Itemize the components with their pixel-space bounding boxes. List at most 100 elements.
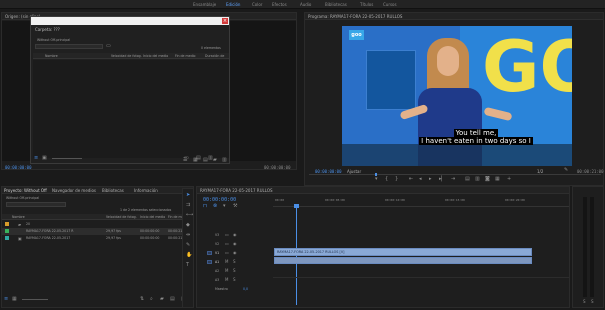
comparison-view-icon[interactable]: ▦ bbox=[495, 177, 500, 182]
tab-media-browser[interactable]: Navegador de medios bbox=[52, 187, 96, 193]
step-forward-frame-icon[interactable]: ▸▏ bbox=[439, 177, 445, 182]
ruler-mark: 00:00:05:00 bbox=[325, 198, 345, 202]
step-back-icon[interactable]: ⇤ bbox=[409, 177, 413, 182]
snap-icon[interactable]: ⊓ bbox=[203, 204, 207, 209]
timeline-ruler[interactable]: 00:00 00:00:05:00 00:00:10:00 00:00:15:0… bbox=[273, 197, 569, 207]
tab-libraries[interactable]: Bibliotecas bbox=[102, 187, 124, 193]
eye-icon[interactable]: ◉ bbox=[233, 250, 237, 255]
project-search-icon[interactable]: ⌕ bbox=[150, 297, 153, 302]
project-col-name[interactable]: Nombre bbox=[12, 215, 25, 219]
playhead-handle[interactable] bbox=[294, 204, 299, 208]
program-add-button-icon[interactable]: + bbox=[507, 177, 511, 182]
project-sort-icon[interactable]: ⇅ bbox=[140, 297, 144, 302]
razor-tool-icon[interactable]: ◆ bbox=[186, 223, 190, 228]
project-new-bin-icon[interactable]: ▰ bbox=[160, 297, 164, 302]
video-clip-v1[interactable]: RAYMA17-FORA 22-05-2017 RULLOS [V] bbox=[274, 248, 532, 256]
mute-icon[interactable]: M bbox=[225, 259, 228, 264]
dialog-search-input[interactable] bbox=[35, 44, 103, 49]
track-select-tool-icon[interactable]: ⇉ bbox=[186, 203, 190, 208]
project-list-view-icon[interactable]: ≡ bbox=[4, 297, 8, 302]
workspace-tab-cursos[interactable]: Cursos bbox=[383, 2, 397, 7]
workspace-tab-audio[interactable]: Audio bbox=[300, 2, 311, 7]
source-timecode-left[interactable]: 00:00:00:00 bbox=[5, 165, 32, 170]
source-settings-icon[interactable]: ≡ bbox=[34, 156, 38, 161]
tab-info[interactable]: Información bbox=[134, 187, 158, 193]
workspace-tab-efectos[interactable]: Efectos bbox=[272, 2, 287, 7]
solo-icon[interactable]: S bbox=[233, 277, 236, 282]
mark-in-icon[interactable]: ▾ bbox=[375, 177, 378, 182]
go-to-out-icon[interactable]: ⇥ bbox=[451, 177, 455, 182]
sync-lock-icon[interactable]: ▭ bbox=[225, 241, 229, 246]
source-zoom-slider[interactable] bbox=[52, 158, 82, 159]
ruler-mark: 00:00 bbox=[275, 198, 285, 202]
selection-tool-icon[interactable]: ➤ bbox=[186, 193, 190, 198]
hand-tool-icon[interactable]: ✋ bbox=[186, 253, 192, 258]
timeline-timecode[interactable]: 00:00:00:00 bbox=[203, 197, 236, 203]
go-to-in-icon[interactable]: } bbox=[395, 177, 398, 182]
list-item[interactable]: ▣ RAYMA17-FORA 22-05-2017 29,97 fps 00:0… bbox=[2, 235, 193, 242]
linked-selection-icon[interactable]: ⊗ bbox=[213, 204, 217, 209]
ripple-edit-tool-icon[interactable]: ⟷ bbox=[186, 213, 193, 218]
timeline-settings-icon[interactable]: ⚒ bbox=[233, 204, 237, 209]
ruler-mark: 00:00:15:00 bbox=[445, 198, 465, 202]
program-scrub-bar[interactable] bbox=[309, 174, 601, 175]
source-toolbar: ≡ ▣ ▭ ▤ ▥ bbox=[34, 156, 224, 162]
mute-icon[interactable]: M bbox=[225, 277, 228, 282]
item-start: 00:00:00:00 bbox=[140, 236, 160, 240]
solo-icon[interactable]: S bbox=[233, 259, 236, 264]
dialog-col-start[interactable]: Inicio del medio bbox=[143, 54, 168, 58]
dialog-file-list bbox=[33, 60, 229, 158]
sync-lock-icon[interactable]: ▭ bbox=[225, 232, 229, 237]
workspace-tab-color[interactable]: Color bbox=[252, 2, 262, 7]
item-name: RAYMA17-FORA 22-05-2017 bbox=[26, 236, 71, 240]
workspace-tab-titulos[interactable]: Títulos bbox=[360, 2, 373, 7]
source-insert-icon[interactable]: ▤ bbox=[196, 156, 201, 161]
dialog-col-fps[interactable]: Velocidad de fotog. bbox=[111, 54, 142, 58]
source-patch-a1[interactable] bbox=[207, 260, 212, 264]
source-overwrite-icon[interactable]: ▥ bbox=[208, 156, 213, 161]
project-icon-view-icon[interactable]: ▦ bbox=[12, 297, 17, 302]
mark-out-icon[interactable]: { bbox=[385, 177, 388, 182]
sync-lock-icon[interactable]: ▭ bbox=[225, 250, 229, 255]
project-col-fps[interactable]: Velocidad de fotog. bbox=[106, 215, 137, 219]
play-icon[interactable]: ▸ bbox=[429, 177, 432, 182]
lift-icon[interactable]: ▤ bbox=[465, 177, 470, 182]
workspace-tab-bibliotecas[interactable]: Bibliotecas bbox=[325, 2, 347, 7]
add-marker-icon[interactable]: ▾ bbox=[223, 204, 226, 209]
step-back-frame-icon[interactable]: ◂ bbox=[419, 177, 422, 182]
tab-project[interactable]: Proyecto: Without Off bbox=[4, 187, 47, 193]
source-export-icon[interactable]: ▭ bbox=[184, 156, 189, 161]
workspace-tab-ensamblaje[interactable]: Ensamblaje bbox=[193, 2, 216, 7]
source-patch-v1[interactable] bbox=[207, 251, 212, 255]
project-new-item-icon[interactable]: ▤ bbox=[170, 297, 175, 302]
pen-tool-icon[interactable]: ✎ bbox=[186, 243, 190, 248]
workspace-tab-edicion[interactable]: Edición bbox=[226, 2, 240, 7]
dialog-close-icon[interactable]: × bbox=[222, 18, 228, 24]
export-frame-icon[interactable]: ◙ bbox=[485, 177, 490, 182]
project-search-input[interactable] bbox=[6, 202, 66, 207]
meter-solo-icon[interactable]: S bbox=[583, 299, 586, 304]
list-item[interactable]: RAYMA17-FORA 22-05-2017 R 29,97 fps 00:0… bbox=[2, 228, 193, 235]
new-bin-icon[interactable]: ▭ bbox=[106, 44, 111, 49]
program-wrench-icon[interactable]: ✎ bbox=[564, 168, 568, 173]
project-col-start[interactable]: Inicio del medio bbox=[140, 215, 165, 219]
dialog-col-end[interactable]: Fin de medio bbox=[175, 54, 195, 58]
dialog-col-duration[interactable]: Duración de bbox=[205, 54, 224, 58]
solo-icon[interactable]: S bbox=[233, 268, 236, 273]
audio-clip-a1[interactable] bbox=[274, 257, 532, 264]
extract-icon[interactable]: ▥ bbox=[475, 177, 480, 182]
folder-icon: ▰ bbox=[18, 222, 22, 227]
dialog-col-name[interactable]: Nombre bbox=[45, 54, 58, 58]
project-zoom-slider[interactable] bbox=[22, 299, 48, 300]
list-item[interactable]: ▰ 20 bbox=[2, 221, 193, 228]
master-track-value[interactable]: 0,0 bbox=[243, 287, 248, 291]
meter-solo-right-icon[interactable]: S bbox=[591, 299, 594, 304]
type-tool-icon[interactable]: T bbox=[186, 263, 189, 268]
eye-icon[interactable]: ◉ bbox=[233, 232, 237, 237]
slip-tool-icon[interactable]: ⇹ bbox=[186, 233, 190, 238]
source-mark-icon[interactable]: ▣ bbox=[42, 156, 47, 161]
mute-icon[interactable]: M bbox=[225, 268, 228, 273]
eye-icon[interactable]: ◉ bbox=[233, 241, 237, 246]
dialog-item-count: 0 elementos bbox=[201, 46, 221, 50]
timeline-tab[interactable]: RAYMA17-FORA 22-05-2017 RULLOS bbox=[197, 187, 569, 194]
